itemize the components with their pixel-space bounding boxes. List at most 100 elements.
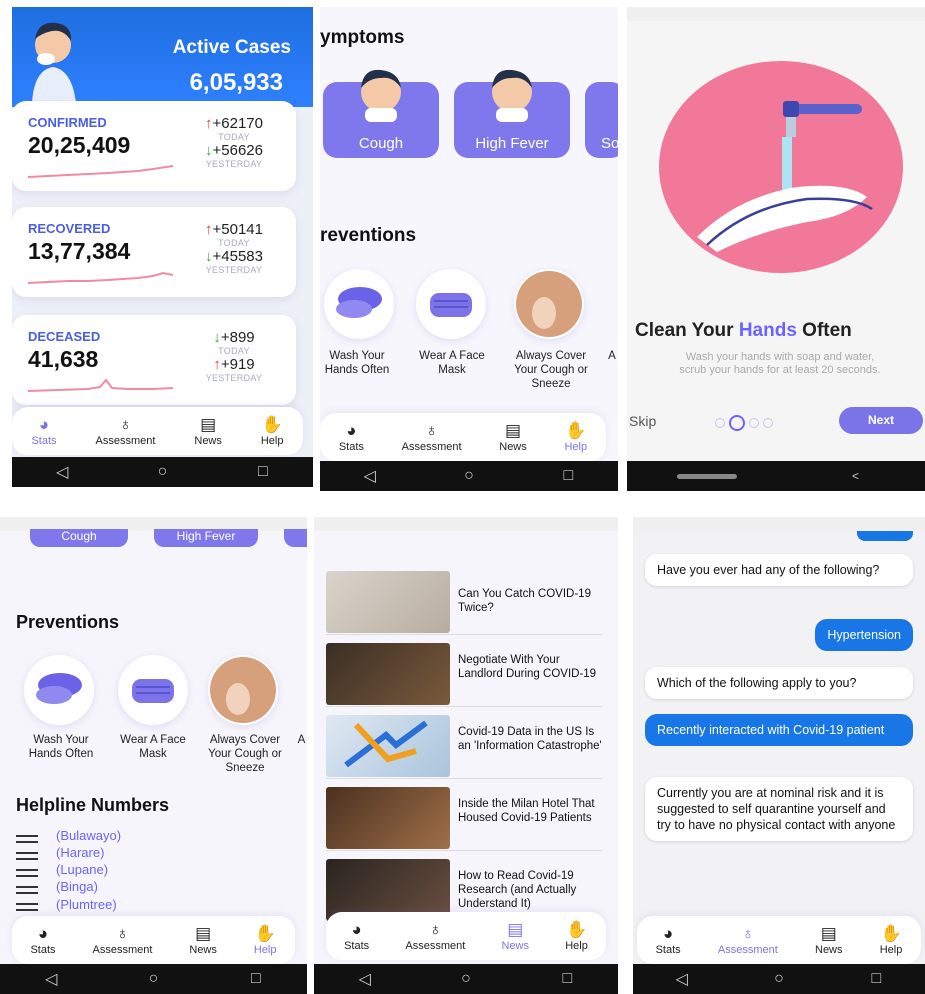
back-icon[interactable]: < [836,469,876,483]
status-bar [627,7,925,21]
home-icon[interactable]: ○ [449,467,489,485]
nav-help[interactable]: ✋ Help [565,920,588,952]
helpline-plumtree[interactable]: (Plumtree) [56,897,117,912]
nav-news[interactable]: ▤ News [499,421,527,453]
back-icon[interactable]: ◁ [350,466,390,486]
active-cases-value: 6,05,933 [189,69,283,96]
page-indicator [715,415,773,431]
list-icon [16,886,38,888]
news-item[interactable]: Covid-19 Data in the US Is an 'Informati… [326,713,602,779]
symptom-sore-throat[interactable]: So [585,82,618,158]
confirmed-card[interactable]: CONFIRMED 20,25,409 ↑+62170 TODAY ↓+5662… [12,101,296,191]
arrows-illustration [344,720,428,768]
wash-hands-circle[interactable] [24,655,94,725]
page-dot[interactable] [763,418,773,428]
home-icon[interactable]: ○ [133,970,173,988]
face-mask-circle[interactable] [118,655,188,725]
list-icon [16,903,38,905]
bottom-nav: ◕ Stats ♁ Assessment ▤ News ✋ Help [12,407,303,455]
next-button[interactable]: Next [839,407,923,434]
home-pill-icon[interactable] [676,473,737,479]
helpline-harare[interactable]: (Harare) [56,845,104,860]
wash-hands-circle[interactable] [324,269,394,339]
stat-value: 20,25,409 [28,132,131,158]
helpline-heading: Helpline Numbers [16,795,170,815]
news-title: How to Read Covid-19 Research (and Actua… [458,870,577,910]
recents-icon[interactable]: □ [243,463,283,481]
news-item[interactable]: Negotiate With Your Landlord During COVI… [326,641,602,707]
symptoms-heading: ymptoms [320,27,405,48]
back-icon[interactable]: ◁ [31,969,71,989]
help-scrolled-screen: Cough High Fever Preventions Wash Your H… [0,517,307,994]
nav-stats[interactable]: ◕ Stats [30,924,55,956]
recovered-sparkline [28,271,173,284]
back-icon[interactable]: ◁ [345,969,385,989]
back-icon[interactable]: ◁ [662,969,702,989]
nav-news[interactable]: ▤ News [194,415,222,447]
help-screen: ymptoms Cough High Fever So reventions W… [320,7,618,491]
face-mask-icon [430,293,472,317]
nav-assessment[interactable]: ♁ Assessment [93,924,153,956]
android-nav-bar: ◁ ○ □ [0,964,307,994]
nav-stats[interactable]: ◕ Stats [339,421,364,453]
nav-help[interactable]: ✋ Help [880,924,903,956]
face-mask-icon [132,679,174,703]
symptom-high-fever[interactable]: High Fever [454,69,570,158]
back-icon[interactable]: ◁ [42,462,82,482]
nav-help[interactable]: ✋ Help [261,415,284,447]
home-icon[interactable]: ○ [446,970,486,988]
list-icon [16,892,38,894]
recents-icon[interactable]: □ [547,970,587,988]
nav-stats[interactable]: ◕ Stats [31,415,56,447]
deceased-card[interactable]: DECEASED 41,638 ↓+899 TODAY ↑+919 YESTER… [12,315,296,405]
list-icon [16,852,38,854]
prevention-label-cutoff: A [608,350,616,362]
bottom-nav: ◕ Stats ♁ Assessment ▤ News ✋ Help [637,916,921,964]
nav-stats[interactable]: ◕ Stats [656,924,681,956]
news-title: Covid-19 Data in the US Is an 'Informati… [458,726,602,752]
page-dot[interactable] [749,418,759,428]
symptom-chip-cutoff[interactable] [284,529,307,547]
android-nav-bar: ◁ ○ □ [314,964,618,994]
recovered-card[interactable]: RECOVERED 13,77,384 ↑+50141 TODAY ↓+4558… [12,207,296,297]
nav-assessment[interactable]: ♁ Assessment [718,924,778,956]
recents-icon[interactable]: □ [548,467,588,485]
recents-icon[interactable]: □ [236,970,276,988]
nav-help[interactable]: ✋ Help [564,421,587,453]
recents-icon[interactable]: □ [856,970,896,988]
arrow-down-icon: ↓ [205,142,213,159]
prevention-label-cover: Always Cover Your Cough or Sneeze [208,734,282,774]
news-title: Inside the Milan Hotel That Housed Covid… [458,798,595,824]
list-icon [16,869,38,871]
nav-news[interactable]: ▤ News [502,920,530,952]
home-icon[interactable]: ○ [142,463,182,481]
symptom-cough[interactable]: Cough [323,69,439,158]
cover-cough-circle[interactable] [208,655,278,725]
symptom-chip-cough[interactable]: Cough [30,529,128,547]
skip-button[interactable]: Skip [629,413,656,429]
cover-cough-circle[interactable] [514,269,584,339]
stat-value: 13,77,384 [28,238,131,264]
list-icon [16,841,38,843]
stat-label: DECEASED [28,329,101,344]
page-dot-active[interactable] [729,415,745,431]
news-item[interactable]: Can You Catch COVID-19 Twice? [326,569,602,635]
face-mask-circle[interactable] [416,269,486,339]
nav-news[interactable]: ▤ News [189,924,217,956]
nav-assessment[interactable]: ♁ Assessment [405,920,465,952]
today-delta: +62170 [212,115,263,132]
helpline-lupane[interactable]: (Lupane) [56,862,108,877]
helpline-binga[interactable]: (Binga) [56,879,98,894]
nav-news[interactable]: ▤ News [815,924,843,956]
bot-message: Have you ever had any of the following? [645,554,913,586]
symptom-chip-fever[interactable]: High Fever [154,529,258,547]
helpline-bulawayo[interactable]: (Bulawayo) [56,828,121,843]
news-item[interactable]: Inside the Milan Hotel That Housed Covid… [326,785,602,851]
home-icon[interactable]: ○ [759,970,799,988]
page-dot[interactable] [715,418,725,428]
nav-stats[interactable]: ◕ Stats [344,920,369,952]
nav-assessment[interactable]: ♁ Assessment [96,415,156,447]
nav-help[interactable]: ✋ Help [254,924,277,956]
nav-assessment[interactable]: ♁ Assessment [402,421,462,453]
prevention-label-wash: Wash Your Hands Often [28,734,94,760]
